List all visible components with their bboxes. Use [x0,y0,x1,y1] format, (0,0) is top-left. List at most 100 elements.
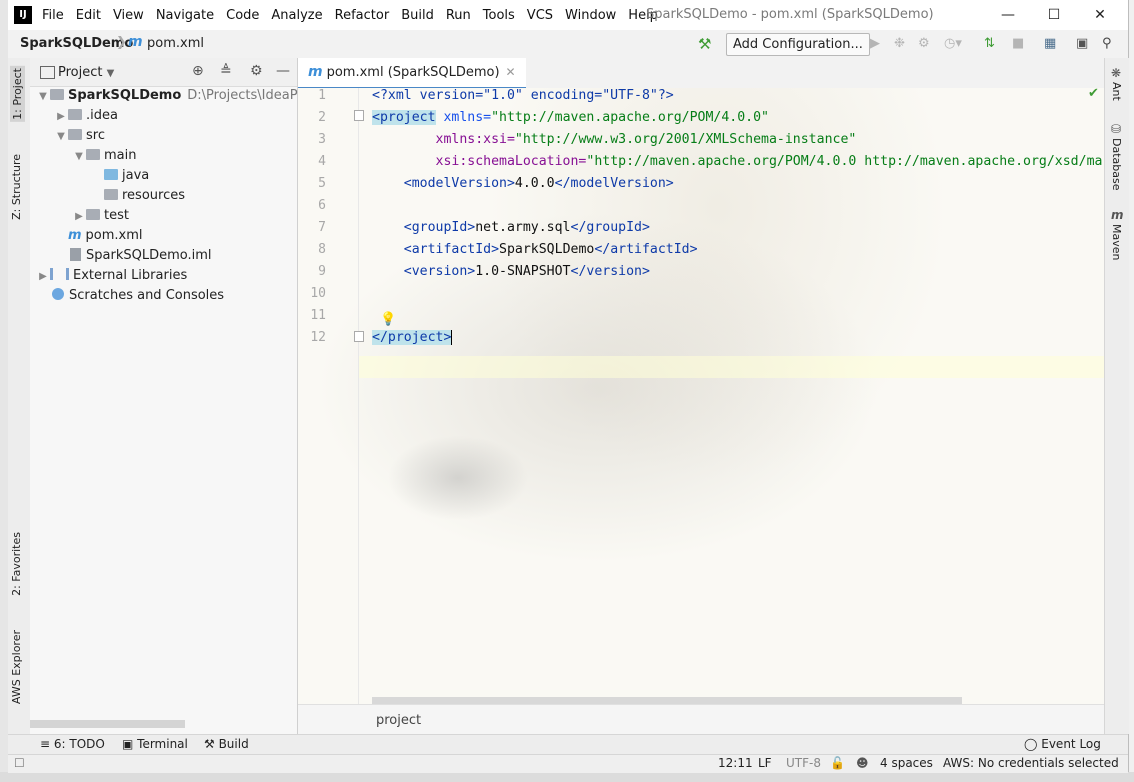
close-tab-icon[interactable]: ✕ [506,65,516,79]
menu-view[interactable]: View [113,8,144,23]
tool-tab-aws-explorer[interactable]: AWS Explorer [10,630,23,704]
editor-breadcrumb[interactable]: project [376,713,421,728]
tree-item-iml[interactable]: SparkSQLDemo.iml [30,246,337,266]
code-line-1[interactable]: <?xml version="1.0" encoding="UTF-8"?> [372,88,674,103]
code-line-9[interactable]: <version>1.0-SNAPSHOT</version> [372,264,650,279]
tree-item-external-libraries[interactable]: ▶ External Libraries [30,266,303,286]
menu-analyze[interactable]: Analyze [271,8,322,23]
right-tool-strip: ❋ Ant ⛁ Database m Maven [1104,58,1129,734]
line-number: 6 [318,198,326,213]
tree-label: main [104,148,137,163]
tool-tab-ant[interactable]: Ant [1110,82,1123,101]
tree-item-idea[interactable]: ▶ .idea [30,106,321,126]
tree-item-src[interactable]: ▼ src [30,126,321,146]
line-number: 1 [318,88,326,103]
maximize-button[interactable]: ☐ [1031,0,1077,30]
debug-icon[interactable]: ❉ [894,36,905,51]
code-token: <project [372,110,436,125]
fold-marker-icon[interactable] [354,331,364,342]
close-window-button[interactable]: ✕ [1077,0,1123,30]
maven-file-icon: m [128,34,143,50]
expand-arrow-icon: ▼ [39,91,47,102]
presentation-icon[interactable]: ▣ [1076,36,1088,51]
ant-icon: ❋ [1111,66,1122,80]
code-line-3[interactable]: xmlns:xsi="http://www.w3.org/2001/XMLSch… [372,132,857,147]
breadcrumb-separator-icon: ❯ [116,35,127,50]
line-separator[interactable]: LF [758,756,772,770]
code-line-8[interactable]: <artifactId>SparkSQLDemo</artifactId> [372,242,698,257]
expand-arrow-icon: ▼ [75,151,83,162]
settings-gear-icon[interactable]: ⚙ [250,63,263,79]
tree-item-test[interactable]: ▶ test [30,206,339,226]
terminal-tool-button[interactable]: ▣ Terminal [122,737,188,751]
inspection-ok-icon[interactable]: ✔ [1088,86,1099,101]
code-line-12[interactable]: </project> [372,330,453,345]
bottom-tool-bar: ≡ 6: TODO ▣ Terminal ⚒ Build ◯ Event Log [8,734,1128,755]
profile-icon[interactable]: ◷▾ [944,36,962,51]
project-view-icon [40,66,55,79]
build-tool-button[interactable]: ⚒ Build [204,737,249,751]
caret-position[interactable]: 12:11 [718,756,753,770]
add-configuration-button[interactable]: Add Configuration... [726,33,870,56]
project-structure-icon[interactable]: ▦ [1044,36,1056,51]
code-token: 1.0-SNAPSHOT [475,264,571,279]
menu-edit[interactable]: Edit [76,8,101,23]
tool-tab-structure[interactable]: Z: Structure [10,154,23,220]
todo-list-icon: ≡ [40,737,54,751]
expand-arrow-icon: ▼ [57,131,65,142]
editor-tab-bar: m pom.xml (SparkSQLDemo) ✕ [298,58,1104,90]
indent-setting[interactable]: 4 spaces [880,756,933,770]
project-horizontal-scrollbar[interactable] [30,720,185,728]
readonly-lock-icon[interactable]: 🔓 [830,756,845,770]
code-line-4[interactable]: xsi:schemaLocation="http://maven.apache.… [372,154,1103,169]
menu-build[interactable]: Build [401,8,434,23]
breadcrumb-file[interactable]: pom.xml [147,36,204,51]
module-folder-icon [50,89,64,100]
line-number: 4 [318,154,326,169]
locate-file-icon[interactable]: ⊕ [192,63,204,79]
tree-item-pom[interactable]: m pom.xml [30,226,335,246]
fold-marker-icon[interactable] [354,110,364,121]
project-view-dropdown[interactable]: Project ▼ [58,65,114,80]
tool-tab-maven[interactable]: Maven [1110,224,1123,260]
tool-tab-project[interactable]: 1: Project [10,66,25,122]
editor-tab-pom[interactable]: m pom.xml (SparkSQLDemo) ✕ [298,58,526,90]
tree-item-project-root[interactable]: ▼ SparkSQLDemo D:\Projects\IdeaProjec [30,86,329,106]
aws-connection-status[interactable]: AWS: No credentials selected [943,756,1119,770]
update-running-icon[interactable]: ⇅ [984,36,995,51]
maven-file-icon: m [308,64,323,80]
event-log-button[interactable]: ◯ Event Log [1024,737,1101,751]
desktop-edge [0,0,8,782]
inspection-profile-icon[interactable]: ☻ [856,756,869,770]
search-icon[interactable]: ⚲ [1102,36,1112,51]
menu-file[interactable]: File [42,8,64,23]
menu-vcs[interactable]: VCS [527,8,553,23]
build-hammer-icon[interactable]: ⚒ [698,35,711,53]
tree-item-main[interactable]: ▼ main [30,146,339,166]
coverage-icon[interactable]: ⚙ [918,36,930,51]
code-token: <artifactId> [372,242,500,257]
editor-breadcrumb-bar: project [298,704,1104,734]
todo-tool-button[interactable]: ≡ 6: TODO [40,737,105,751]
menu-navigate[interactable]: Navigate [156,8,214,23]
tree-item-scratches[interactable]: Scratches and Consoles [30,286,319,306]
menu-refactor[interactable]: Refactor [335,8,390,23]
intention-bulb-icon[interactable]: 💡 [380,312,396,327]
run-icon[interactable]: ▶ [870,36,880,51]
code-line-7[interactable]: <groupId>net.army.sql</groupId> [372,220,650,235]
menu-run[interactable]: Run [446,8,471,23]
file-encoding[interactable]: UTF-8 [786,756,821,770]
menu-window[interactable]: Window [565,8,616,23]
ide-window: IJ File Edit View Navigate Code Analyze … [8,0,1129,773]
stop-icon[interactable]: ■ [1012,36,1024,51]
code-line-5[interactable]: <modelVersion>4.0.0</modelVersion> [372,176,674,191]
menu-code[interactable]: Code [226,8,259,23]
toggle-tool-windows-icon[interactable]: ☐ [14,756,25,770]
tool-tab-database[interactable]: Database [1110,138,1123,191]
menu-tools[interactable]: Tools [483,8,515,23]
minimize-button[interactable]: — [985,0,1031,30]
code-line-2[interactable]: <project xmlns="http://maven.apache.org/… [372,110,769,125]
tool-tab-favorites[interactable]: 2: Favorites [10,532,23,596]
collapse-all-icon[interactable]: ≜ [220,63,232,79]
hide-panel-icon[interactable]: — [276,63,290,79]
